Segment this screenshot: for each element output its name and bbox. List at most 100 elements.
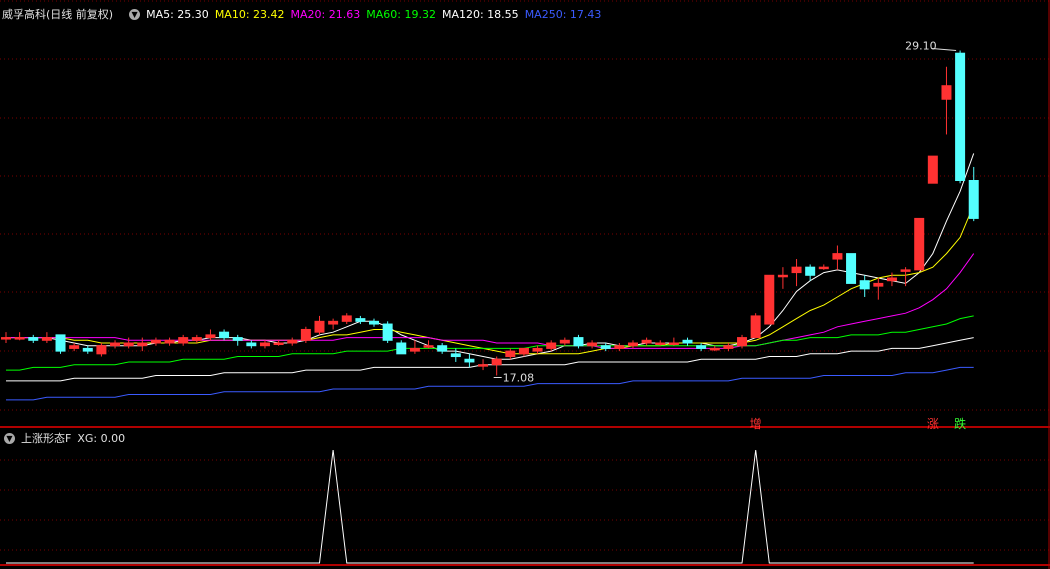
candle-body: [14, 337, 25, 340]
xg-value: XG: 0.00: [77, 431, 126, 445]
candle-body: [941, 85, 952, 100]
ma-line-ma5: [6, 153, 975, 360]
candle-body: [300, 328, 311, 341]
candle-body: [682, 339, 693, 344]
candle-body: [219, 331, 230, 339]
candle-body: [328, 320, 339, 325]
candle-body: [832, 253, 843, 260]
candle-body: [927, 155, 938, 184]
candle-body: [450, 353, 461, 358]
candle-body: [491, 358, 502, 366]
candle-body: [191, 337, 202, 341]
candle-body: [437, 345, 448, 352]
candle-body: [955, 52, 966, 181]
candle-body: [655, 342, 666, 345]
candle-body: [355, 318, 366, 322]
candle-body: [805, 266, 816, 276]
indicator-name[interactable]: 上涨形态F: [21, 430, 71, 446]
candle-body: [164, 339, 175, 344]
candle-body: [232, 337, 243, 341]
ma-legend-item: MA5: 25.30: [146, 7, 209, 21]
candle-body: [150, 339, 161, 344]
kline-chart[interactable]: 29.10 17.08: [0, 0, 1050, 569]
candle-body: [41, 337, 52, 341]
ma-line-ma10: [6, 204, 975, 355]
candle-body: [886, 277, 897, 282]
candle-body: [178, 337, 189, 344]
candle-body: [287, 339, 298, 344]
candle-body: [587, 342, 598, 347]
moving-average-lines: [6, 153, 975, 401]
candle-body: [55, 334, 66, 352]
ma-legend-item: MA120: 18.55: [441, 7, 519, 21]
candle-body: [709, 347, 720, 351]
candle-body: [696, 345, 707, 349]
candlestick-series[interactable]: [1, 50, 979, 376]
candle-body: [478, 364, 489, 367]
candle-body: [409, 347, 420, 352]
candle-body: [137, 342, 148, 347]
candle-body: [464, 358, 475, 363]
xg-line: [6, 449, 974, 564]
candle-body: [764, 274, 775, 325]
candle-body: [396, 342, 407, 355]
candle-body: [818, 266, 829, 270]
candle-body: [341, 315, 352, 322]
candle-body: [110, 342, 121, 347]
candle-body: [123, 342, 134, 347]
signal-zeng-label: 增: [749, 417, 762, 431]
ma-legend-item: MA20: 21.63: [290, 7, 361, 21]
stock-title[interactable]: 威孚高科(日线 前复权): [2, 6, 119, 22]
candle-body: [314, 320, 325, 333]
candle-body: [259, 342, 270, 347]
signal-zhang-label: 涨: [926, 417, 939, 431]
candle-body: [750, 315, 761, 339]
high-price-label: 29.10: [905, 40, 937, 53]
candle-body: [627, 342, 638, 347]
candle-body: [423, 345, 434, 348]
candle-body: [791, 266, 802, 274]
chevron-down-icon[interactable]: ▼: [129, 8, 141, 20]
candle-body: [914, 217, 925, 271]
main-chart-header: 威孚高科(日线 前复权) ▼ MA5: 25.30 MA10: 23.42 MA20…: [0, 6, 607, 22]
stock-name: 威孚高科: [2, 8, 46, 21]
low-price-label: 17.08: [503, 372, 535, 385]
candle-body: [668, 342, 679, 345]
candle-body: [859, 280, 870, 290]
candle-body: [96, 345, 107, 355]
candle-body: [69, 345, 80, 349]
candle-body: [28, 337, 39, 341]
candle-body: [532, 347, 543, 352]
candle-body: [369, 320, 380, 325]
candle-body: [737, 337, 748, 347]
candle-body: [968, 180, 979, 219]
ma-legend: MA5: 25.30 MA10: 23.42 MA20: 21.63 MA60: 19…: [146, 8, 607, 21]
candle-body: [82, 347, 93, 352]
candle-body: [777, 274, 788, 278]
ma-legend-item: MA250: 17.43: [524, 7, 602, 21]
candle-body: [900, 269, 911, 272]
candle-body: [518, 347, 529, 355]
candle-body: [641, 339, 652, 344]
sub-chart-header: ▼ 上涨形态F XG: 0.00: [0, 430, 131, 446]
candle-body: [559, 339, 570, 344]
indicator-line: [6, 449, 974, 564]
candle-body: [546, 342, 557, 349]
ma-legend-item: MA10: 23.42: [214, 7, 285, 21]
chevron-down-icon[interactable]: ▼: [4, 432, 15, 444]
candle-body: [873, 282, 884, 287]
candle-body: [382, 323, 393, 341]
period-label: (日线 前复权): [46, 8, 114, 21]
candle-body: [846, 253, 857, 284]
candle-body: [614, 345, 625, 349]
signal-die-label: 跌: [954, 417, 967, 431]
candle-body: [723, 345, 734, 349]
candle-body: [600, 345, 611, 349]
candle-body: [205, 334, 216, 339]
candle-body: [246, 342, 257, 347]
grid-lines: [0, 0, 1050, 569]
candle-body: [573, 337, 584, 347]
candle-body: [273, 342, 284, 345]
ma-legend-item: MA60: 19.32: [366, 7, 436, 21]
ma-line-ma250: [6, 366, 974, 401]
